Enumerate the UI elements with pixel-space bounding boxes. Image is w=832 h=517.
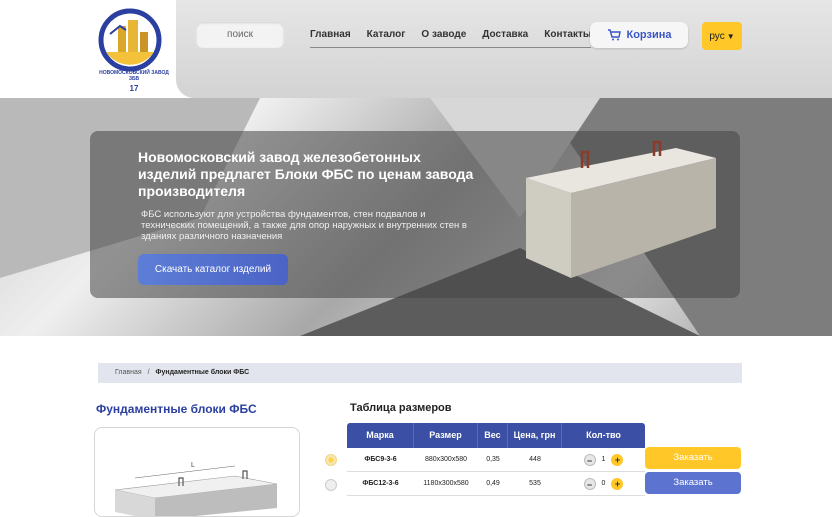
nav-item-about[interactable]: О заводе xyxy=(421,22,466,47)
cell-size: 880х300х580 xyxy=(424,456,468,463)
breadcrumb-separator: / xyxy=(147,369,150,376)
logo-number: 17 xyxy=(129,84,139,93)
cell-weight: 0,49 xyxy=(486,480,500,487)
col-mark: Марка xyxy=(347,423,414,448)
language-label: рус xyxy=(709,30,725,42)
quantity-stepper: − 1 + xyxy=(562,448,645,471)
col-weight: Вес xyxy=(478,423,508,448)
quantity-value[interactable]: 1 xyxy=(602,448,606,472)
dimension-label: L xyxy=(191,462,195,469)
language-select[interactable]: рус ▼ xyxy=(702,22,742,50)
table-row: ФБС9-3-6 880х300х580 0,35 448 − 1 + xyxy=(347,448,645,472)
table-header: Марка Размер Вес Цена, грн Кол-тво xyxy=(347,423,645,448)
company-logo[interactable]: НОВОМОСКОВСКИЙ ЗАВОД ЗБВ 17 xyxy=(96,4,172,96)
cart-icon xyxy=(607,29,621,41)
cell-mark: ФБС9-3-6 xyxy=(364,456,397,463)
cell-weight: 0,35 xyxy=(486,456,500,463)
order-button[interactable]: Заказать xyxy=(645,472,741,494)
order-button[interactable]: Заказать xyxy=(645,447,741,469)
caret-down-icon: ▼ xyxy=(726,31,735,41)
hero-description: ФБС используют для устройства фундаменто… xyxy=(141,209,467,242)
breadcrumb-current: Фундаментные блоки ФБС xyxy=(155,369,250,376)
increase-button[interactable]: + xyxy=(611,477,624,490)
row-select-radio[interactable] xyxy=(325,454,337,466)
logo-text: НОВОМОСКОВСКИЙ ЗАВОД ЗБВ xyxy=(99,70,169,82)
hero-banner: Новомосковский завод железобетонных изде… xyxy=(0,98,832,336)
search-input[interactable]: поиск xyxy=(196,22,284,48)
quantity-stepper: − 0 + xyxy=(562,472,645,495)
download-catalog-button[interactable]: Скачать каталог изделий xyxy=(138,254,288,285)
increase-button[interactable]: + xyxy=(611,453,624,466)
quantity-value[interactable]: 0 xyxy=(602,472,606,496)
hero-title: Новомосковский завод железобетонных изде… xyxy=(138,149,474,199)
cell-mark: ФБС12-3-6 xyxy=(362,480,399,487)
nav-item-catalog[interactable]: Каталог xyxy=(367,22,406,47)
top-bar: поиск Главная Каталог О заводе Доставка … xyxy=(176,0,832,98)
breadcrumb-home[interactable]: Главная xyxy=(115,369,142,376)
decrease-button[interactable]: − xyxy=(583,477,596,490)
cell-price: 448 xyxy=(529,456,541,463)
product-image: L xyxy=(94,427,300,517)
cell-size: 1180х300х580 xyxy=(423,480,469,487)
nav-item-home[interactable]: Главная xyxy=(310,22,351,47)
cart-button[interactable]: Корзина xyxy=(590,22,688,48)
cart-label: Корзина xyxy=(626,29,672,41)
main-nav: Главная Каталог О заводе Доставка Контак… xyxy=(310,22,592,48)
table-row: ФБС12-3-6 1180х300х580 0,49 535 − 0 + xyxy=(347,472,645,496)
row-select-radio[interactable] xyxy=(325,479,337,491)
table-title: Таблица размеров xyxy=(350,402,452,414)
col-size: Размер xyxy=(414,423,478,448)
concrete-block-image xyxy=(526,140,716,278)
nav-item-delivery[interactable]: Доставка xyxy=(482,22,528,47)
product-title: Фундаментные блоки ФБС xyxy=(96,402,257,416)
decrease-button[interactable]: − xyxy=(583,453,596,466)
breadcrumb: Главная / Фундаментные блоки ФБС xyxy=(98,363,742,383)
cell-price: 535 xyxy=(529,480,541,487)
nav-item-contacts[interactable]: Контакты xyxy=(544,22,591,47)
col-price: Цена, грн xyxy=(508,423,562,448)
col-qty: Кол-тво xyxy=(586,430,621,440)
